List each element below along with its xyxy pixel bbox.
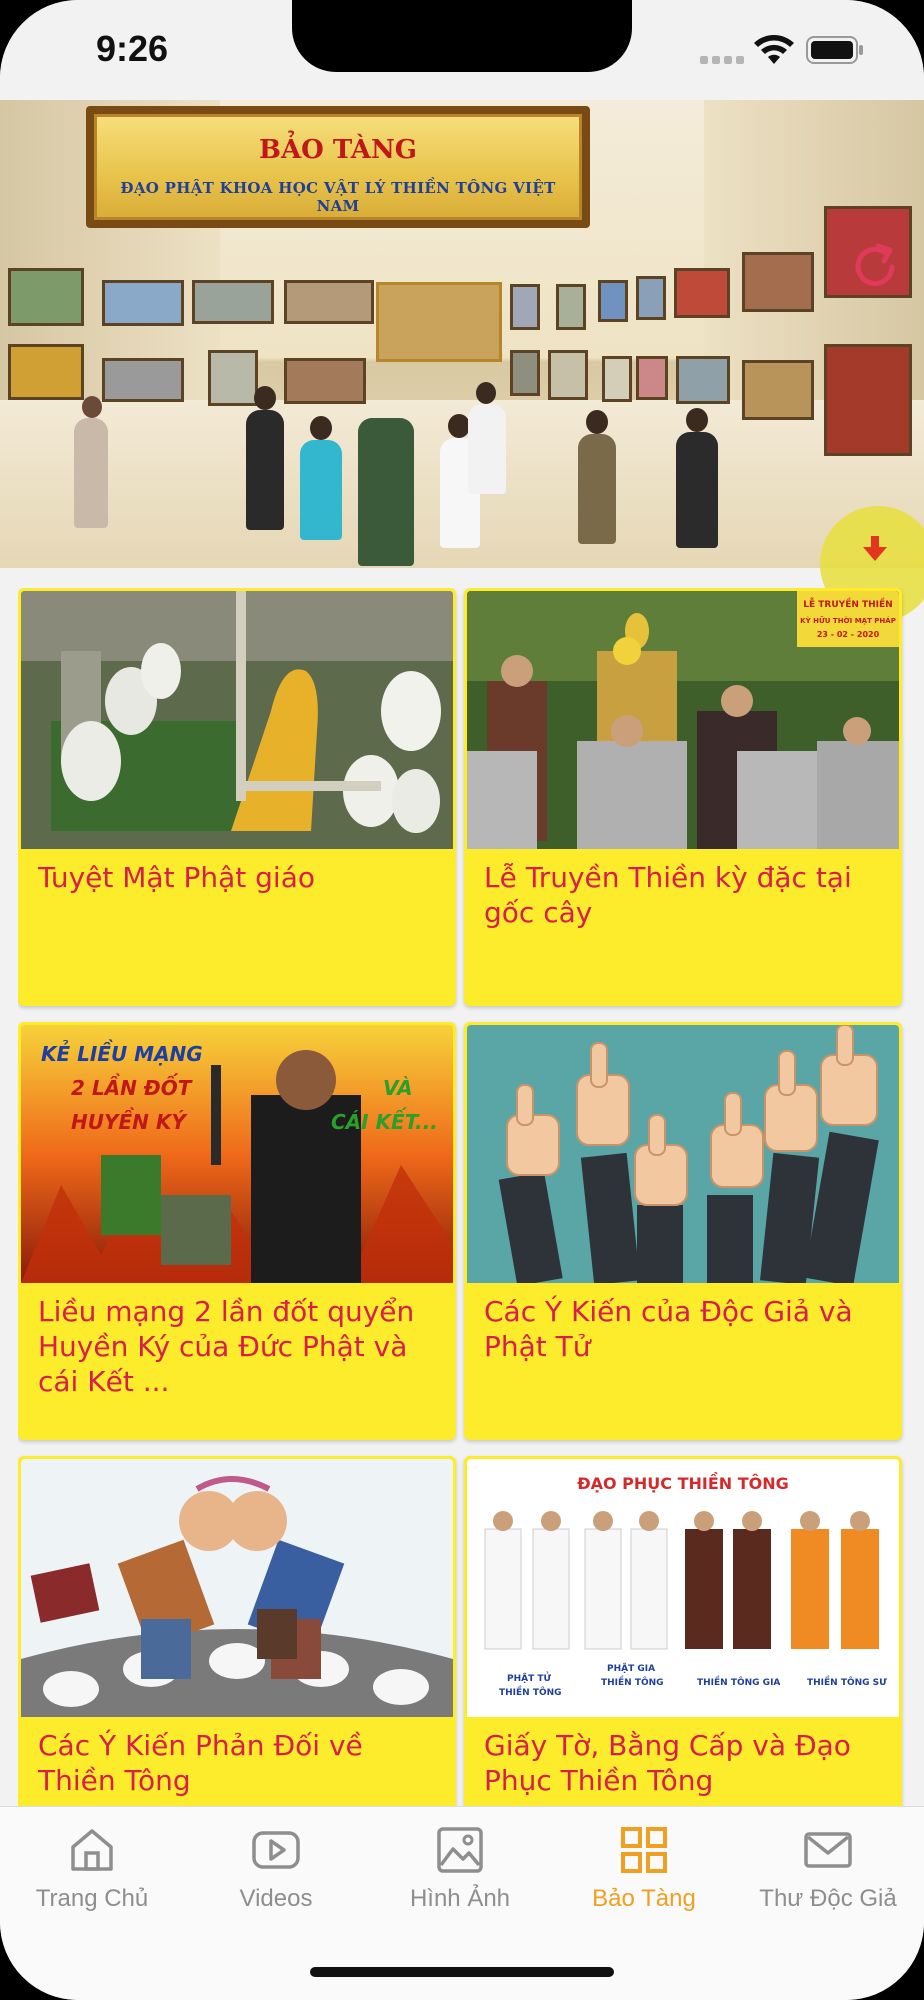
badge-line2: KỲ HỮU THỜI MẠT PHÁP [800, 616, 896, 625]
tab-label: Bảo Tàng [592, 1885, 696, 1912]
status-time: 9:26 [96, 28, 169, 69]
card-thumbnail [21, 591, 453, 849]
svg-text:2 LẦN ĐỐT: 2 LẦN ĐỐT [71, 1074, 193, 1100]
card-title: Tuyệt Mật Phật giáo [38, 861, 315, 894]
card-thumbnail: ĐẠO PHỤC THIỀN TÔNG PHẬT TỬ THIỀN TÔNG P… [467, 1459, 899, 1717]
svg-text:PHẬT GIA: PHẬT GIA [607, 1663, 655, 1674]
notch [292, 0, 632, 72]
svg-text:VÀ: VÀ [383, 1076, 413, 1100]
mail-icon [804, 1832, 852, 1868]
home-icon [71, 1829, 113, 1871]
refresh-icon[interactable] [848, 240, 902, 294]
tab-bao-tang[interactable]: Bảo Tàng [552, 1825, 736, 1935]
card-thumbnail: LỄ TRUYỀN THIỀN KỲ HỮU THỜI MẠT PHÁP 23 … [467, 591, 899, 849]
card-title: Các Ý Kiến của Độc Giả và Phật Tử [484, 1295, 853, 1363]
museum-banner: BẢO TÀNG ĐẠO PHẬT KHOA HỌC VẬT LÝ THIỀN … [0, 100, 924, 568]
svg-text:CÁI KẾT...: CÁI KẾT... [331, 1108, 438, 1134]
grid-icon [621, 1827, 667, 1873]
tab-label: Hình Ảnh [409, 1885, 511, 1912]
badge-date: 23 - 02 - 2020 [817, 630, 880, 639]
play-icon [252, 1831, 300, 1869]
tab-label: Thư Độc Giả [759, 1885, 897, 1912]
tab-hinh-anh[interactable]: Hình Ảnh [368, 1825, 552, 1935]
battery-icon [806, 36, 863, 64]
wifi-icon [754, 35, 794, 64]
arrow-down-icon [863, 536, 887, 561]
status-bar: 9:26 [0, 0, 924, 100]
app-screen: 9:26 BẢO TÀNG ĐẠO PHẬT KHOA HỌC VẬT LÝ T… [0, 0, 924, 2000]
card-thumbnail [467, 1025, 899, 1283]
tab-bar: Trang Chủ Videos Hình Ảnh Bảo Tàng Thư Đ… [0, 1806, 924, 2000]
image-icon [437, 1827, 483, 1873]
home-indicator[interactable] [310, 1967, 614, 1977]
sign-subtitle: ĐẠO PHẬT KHOA HỌC VẬT LÝ THIỀN TÔNG VIỆT… [120, 179, 556, 215]
cellular-signal-icon [700, 44, 744, 64]
museum-grid: Tuyệt Mật Phật giáo LỄ TRUYỀN THIỀN KỲ H… [18, 588, 906, 1806]
card-thumbnail: KẺ LIỀU MẠNG 2 LẦN ĐỐT HUYỀN KÝ VÀ CÁI K… [21, 1025, 453, 1283]
card-title: Liều mạng 2 lần đốt quyển Huyền Ký của Đ… [38, 1295, 415, 1398]
poster-title: ĐẠO PHỤC THIỀN TÔNG [577, 1472, 789, 1493]
tab-thu-doc-gia[interactable]: Thư Độc Giả [736, 1825, 920, 1935]
svg-text:KẺ LIỀU MẠNG: KẺ LIỀU MẠNG [41, 1040, 203, 1066]
tab-label: Trang Chủ [35, 1885, 149, 1912]
svg-text:HUYỀN KÝ: HUYỀN KÝ [71, 1108, 188, 1134]
tab-label: Videos [239, 1885, 313, 1912]
tab-videos[interactable]: Videos [184, 1825, 368, 1935]
card-title: Các Ý Kiến Phản Đối về Thiền Tông [38, 1729, 363, 1797]
card-y-kien-phan-doi[interactable]: Các Ý Kiến Phản Đối về Thiền Tông [18, 1456, 456, 1806]
card-le-truyen-thien[interactable]: LỄ TRUYỀN THIỀN KỲ HỮU THỜI MẠT PHÁP 23 … [464, 588, 902, 1006]
card-giay-to-dao-phuc[interactable]: ĐẠO PHỤC THIỀN TÔNG PHẬT TỬ THIỀN TÔNG P… [464, 1456, 902, 1806]
card-title: Lễ Truyền Thiền kỳ đặc tại gốc cây [484, 861, 852, 929]
card-tuyet-mat[interactable]: Tuyệt Mật Phật giáo [18, 588, 456, 1006]
tab-trang-chu[interactable]: Trang Chủ [0, 1825, 184, 1935]
museum-sign: BẢO TÀNG ĐẠO PHẬT KHOA HỌC VẬT LÝ THIỀN … [86, 106, 590, 228]
card-title: Giấy Tờ, Bằng Cấp và Đạo Phục Thiền Tông [484, 1729, 851, 1797]
card-thumbnail [21, 1459, 453, 1717]
sign-title: BẢO TÀNG [259, 135, 417, 165]
card-y-kien-doc-gia[interactable]: Các Ý Kiến của Độc Giả và Phật Tử [464, 1022, 902, 1440]
card-lieu-mang[interactable]: KẺ LIỀU MẠNG 2 LẦN ĐỐT HUYỀN KÝ VÀ CÁI K… [18, 1022, 456, 1440]
